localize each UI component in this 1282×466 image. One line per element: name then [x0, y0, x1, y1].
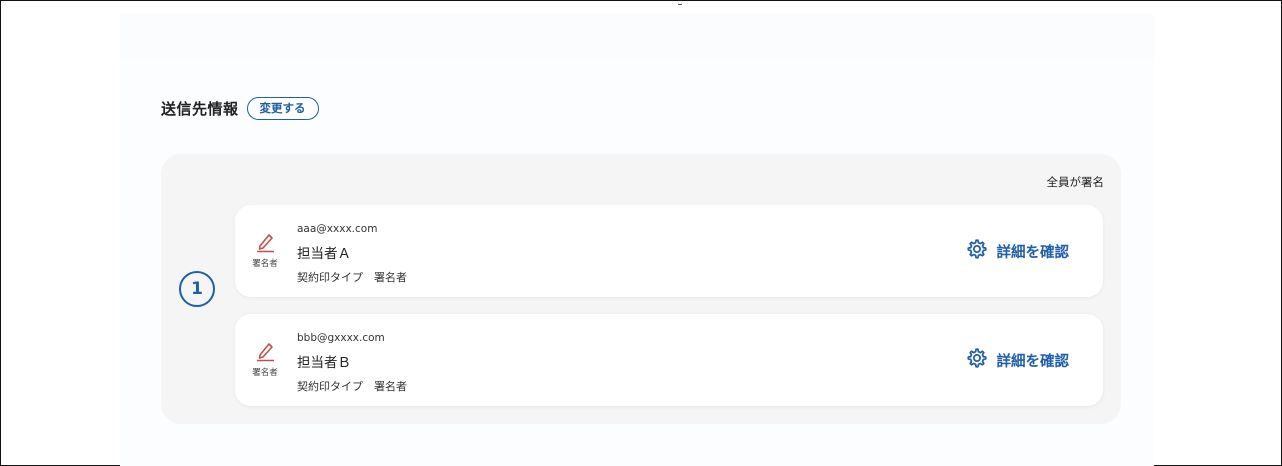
role-indicator: 署名者 [249, 231, 281, 269]
view-details-label: 詳細を確認 [996, 244, 1070, 261]
recipient-group: 全員が署名 1 署名者 aaa@xxxx.com 担当者Ａ 契約印タイプ 署名者 [161, 154, 1121, 424]
role-indicator: 署名者 [249, 340, 281, 378]
view-details-button[interactable]: 詳細を確認 [966, 238, 1070, 264]
role-label: 署名者 [252, 368, 278, 378]
pen-icon [254, 231, 276, 253]
gear-icon [966, 347, 997, 373]
gear-icon [966, 238, 997, 264]
recipient-name: 担当者Ｂ [297, 355, 351, 371]
top-divider [678, 4, 682, 5]
pen-icon [254, 340, 276, 362]
signing-mode-label: 全員が署名 [1046, 175, 1105, 189]
recipient-info: aaa@xxxx.com 担当者Ａ 契約印タイプ 署名者 [297, 223, 407, 285]
change-button[interactable]: 変更する [246, 97, 319, 120]
view-details-label: 詳細を確認 [996, 353, 1070, 370]
view-details-button[interactable]: 詳細を確認 [966, 347, 1070, 373]
recipient-email: bbb@gxxxx.com [297, 332, 385, 344]
recipient-card: 署名者 bbb@gxxxx.com 担当者Ｂ 契約印タイプ 署名者 詳細を確認 [235, 314, 1103, 406]
stamp-type: 契約印タイプ 署名者 [297, 380, 407, 393]
recipient-card: 署名者 aaa@xxxx.com 担当者Ａ 契約印タイプ 署名者 詳細を確認 [235, 205, 1103, 297]
role-label: 署名者 [252, 259, 278, 269]
recipient-email: aaa@xxxx.com [297, 223, 378, 235]
order-number-badge: 1 [179, 271, 215, 307]
recipient-info: bbb@gxxxx.com 担当者Ｂ 契約印タイプ 署名者 [297, 332, 407, 394]
stamp-type: 契約印タイプ 署名者 [297, 271, 407, 284]
recipient-name: 担当者Ａ [297, 246, 351, 262]
panel-header-area [120, 14, 1154, 60]
recipient-section-header: 送信先情報 変更する [161, 97, 319, 120]
section-title: 送信先情報 [161, 100, 239, 118]
